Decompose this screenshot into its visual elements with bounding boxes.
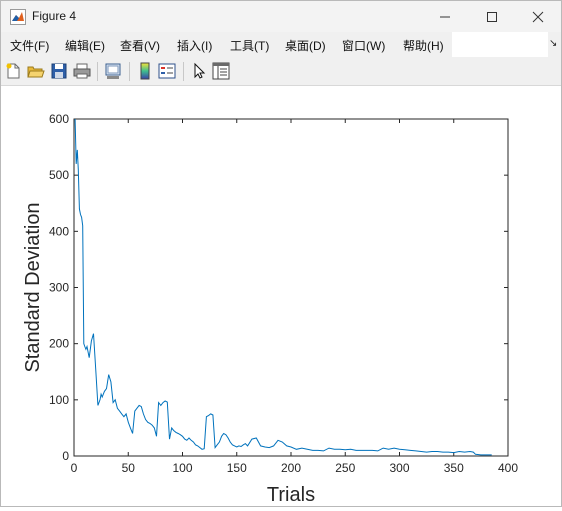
save-icon[interactable]	[50, 62, 68, 80]
menu-bar: 文件(F) 编辑(E) 查看(V) 插入(I) 工具(T) 桌面(D) 窗口(W…	[1, 32, 561, 57]
figure-canvas: 0 50 100 150 200 250 300 350 400 0 100 200 300 400 500…	[1, 86, 561, 506]
x-tick-label: 300	[389, 461, 409, 475]
y-tick-label: 300	[49, 281, 69, 295]
toolbar-separator	[183, 62, 184, 81]
toolbar-separator	[97, 62, 98, 81]
menu-bar-empty-area	[452, 32, 548, 57]
window-title: Figure 4	[32, 9, 77, 23]
close-icon	[532, 11, 544, 22]
menu-insert[interactable]: 插入(I)	[177, 37, 212, 54]
matlab-app-icon	[10, 9, 26, 25]
x-tick-label: 0	[71, 461, 78, 475]
x-tick-label: 150	[227, 461, 247, 475]
new-figure-icon[interactable]	[4, 62, 22, 80]
legend-icon[interactable]	[158, 62, 176, 80]
x-tick-label: 350	[444, 461, 464, 475]
print-icon[interactable]	[73, 62, 91, 80]
y-tick-label: 200	[49, 337, 69, 351]
print-preview-icon[interactable]	[104, 62, 122, 80]
menu-tools[interactable]: 工具(T)	[230, 37, 269, 54]
menu-desktop[interactable]: 桌面(D)	[285, 37, 326, 54]
x-tick-label: 250	[335, 461, 355, 475]
minimize-button[interactable]	[422, 1, 468, 32]
menu-help[interactable]: 帮助(H)	[403, 37, 444, 54]
line-chart: 0 50 100 150 200 250 300 350 400 0 100 200 300 400 500…	[22, 112, 518, 506]
toolbar-separator	[129, 62, 130, 81]
menu-window[interactable]: 窗口(W)	[342, 37, 385, 54]
x-tick-label: 200	[281, 461, 301, 475]
x-tick-label: 100	[172, 461, 192, 475]
title-bar: Figure 4	[1, 1, 561, 32]
y-axis-label: Standard Deviation	[22, 202, 44, 372]
pointer-icon[interactable]	[190, 62, 208, 80]
colorbar-icon[interactable]	[136, 62, 154, 80]
property-inspector-icon[interactable]	[212, 62, 230, 80]
maximize-icon	[487, 11, 497, 22]
menu-edit[interactable]: 编辑(E)	[65, 37, 105, 54]
y-tick-label: 0	[62, 449, 69, 463]
figure-toolbar	[1, 58, 561, 86]
figure-window: Figure 4 文件(F) 编辑(E) 查看(V) 插入(I) 工具(T) 桌…	[0, 0, 562, 507]
menu-view[interactable]: 查看(V)	[120, 37, 160, 54]
y-tick-label: 600	[49, 112, 69, 126]
y-tick-label: 400	[49, 224, 69, 238]
open-file-icon[interactable]	[27, 62, 45, 80]
close-button[interactable]	[515, 1, 561, 32]
x-axis-label: Trials	[267, 484, 315, 506]
minimize-icon	[440, 16, 450, 17]
x-tick-label: 400	[498, 461, 518, 475]
menu-file[interactable]: 文件(F)	[10, 37, 49, 54]
y-tick-label: 500	[49, 168, 69, 182]
x-tick-label: 50	[122, 461, 136, 475]
y-tick-label: 100	[49, 393, 69, 407]
resize-arrow-icon[interactable]: ↘	[549, 38, 557, 49]
maximize-button[interactable]	[469, 1, 515, 32]
